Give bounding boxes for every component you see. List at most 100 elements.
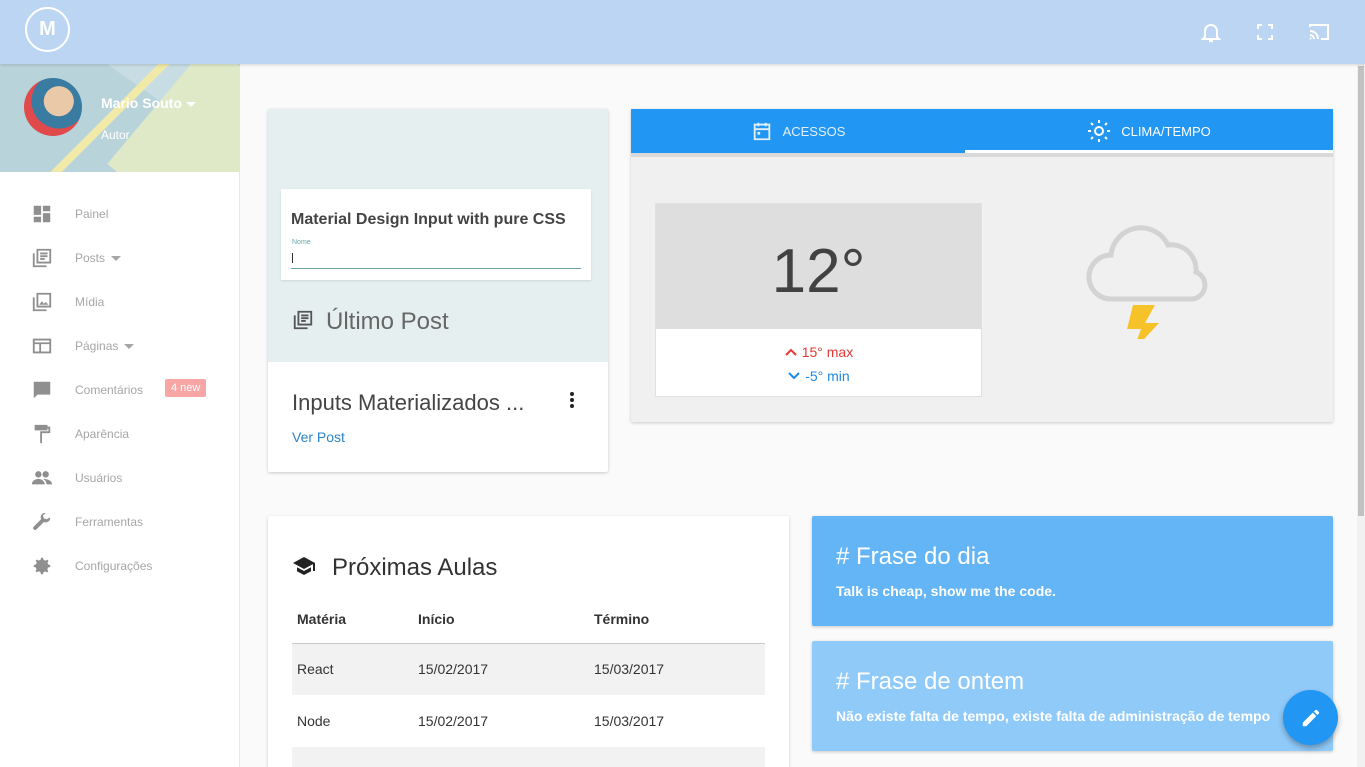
- table-cell: React: [292, 643, 413, 695]
- more-vert-icon[interactable]: [564, 390, 580, 410]
- tab-clima-tempo[interactable]: CLIMA/TEMPO: [965, 109, 1333, 153]
- quote-text: Não existe falta de tempo, existe falta …: [836, 708, 1271, 724]
- table-cell: 15/03/2017: [589, 643, 765, 695]
- sidebar-item-comentarios[interactable]: Comentários 4 new: [0, 368, 240, 412]
- posts-icon: [32, 248, 52, 268]
- tab-divider: [631, 153, 1333, 157]
- caret-down-icon: [185, 101, 196, 107]
- min-temperature: -5° min: [805, 368, 850, 384]
- post-preview-image: Material Design Input with pure CSS Nome: [281, 189, 591, 280]
- table-cell: [413, 747, 589, 767]
- caret-down-icon: [111, 256, 122, 262]
- tab-bar: ACESSOS CLIMA/TEMPO: [631, 109, 1333, 157]
- column-header: Início: [413, 596, 589, 644]
- table-cell: 15/03/2017: [594, 713, 665, 729]
- view-post-link[interactable]: Ver Post: [292, 429, 345, 445]
- tab-label: CLIMA/TEMPO: [1121, 123, 1211, 139]
- sidebar-item-midia[interactable]: Mídia: [0, 280, 240, 324]
- max-temperature-row: 15° max: [656, 344, 981, 360]
- preview-title: Material Design Input with pure CSS: [291, 211, 566, 228]
- quote-title: # Frase de ontem: [836, 668, 1025, 695]
- post-title: Inputs Materializados ...: [292, 390, 525, 415]
- quote-of-the-day-card: # Frase do dia Talk is cheap, show me th…: [812, 516, 1333, 626]
- settings-icon: [33, 557, 51, 575]
- sidebar-item-label: Comentários: [75, 383, 144, 397]
- sidebar-item-label-wrap: Páginas: [75, 339, 135, 353]
- sidebar-item-label-wrap: Posts: [75, 251, 122, 265]
- sun-icon: [1088, 120, 1111, 142]
- preview-input-label: Nome: [292, 239, 311, 246]
- chevron-up-icon: [785, 348, 797, 356]
- users-icon: [31, 471, 53, 485]
- chevron-down-icon: [788, 372, 801, 380]
- caret-down-icon: [124, 344, 135, 350]
- temperature-panel: 12° 15° max -5° min: [655, 203, 982, 397]
- sidebar-item-label: Configurações: [75, 559, 153, 573]
- comments-icon: [33, 381, 51, 399]
- table-row: React 15/02/2017 15/03/2017: [292, 643, 765, 695]
- profile-header: Mario Souto Autor: [0, 64, 240, 172]
- quote-text: Talk is cheap, show me the code.: [836, 583, 1056, 599]
- sidebar-item-label: Páginas: [75, 339, 119, 353]
- classes-table: Matéria Início Término React 15/02/2017 …: [292, 596, 765, 767]
- sidebar-item-paginas[interactable]: Páginas: [0, 324, 240, 368]
- cast-icon[interactable]: [1306, 20, 1332, 44]
- sidebar-item-label: Mídia: [75, 295, 105, 309]
- edit-fab-button[interactable]: [1283, 690, 1338, 745]
- quote-title: # Frase do dia: [836, 543, 990, 570]
- fullscreen-icon[interactable]: [1253, 20, 1277, 44]
- wrench-icon: [33, 512, 51, 530]
- table-cell: 15/02/2017: [418, 713, 489, 729]
- posts-icon: [293, 310, 313, 330]
- sidebar-item-aparencia[interactable]: Aparência: [0, 412, 240, 456]
- profile-role: Autor: [101, 128, 130, 142]
- profile-name: Mario Souto: [101, 95, 182, 111]
- table-cell: [589, 747, 765, 767]
- min-temperature-row: -5° min: [656, 368, 981, 384]
- graduation-cap-icon: [293, 557, 315, 575]
- preview-input-line: [291, 268, 581, 269]
- thunderstorm-icon: [1086, 225, 1208, 339]
- sidebar-item-label: Usuários: [75, 471, 123, 485]
- bell-icon[interactable]: [1199, 20, 1223, 44]
- table-row: [292, 747, 765, 767]
- logo[interactable]: M: [25, 7, 70, 52]
- table-cell: 15/02/2017: [413, 643, 589, 695]
- media-icon: [32, 292, 52, 312]
- card-heading: Último Post: [326, 308, 449, 335]
- dashboard-icon: [33, 205, 51, 223]
- tab-label: ACESSOS: [782, 123, 846, 139]
- sidebar-item-ferramentas[interactable]: Ferramentas: [0, 500, 240, 544]
- tab-acessos[interactable]: ACESSOS: [631, 109, 965, 153]
- sidebar-item-configuracoes[interactable]: Configurações: [0, 544, 240, 588]
- temperature-header: 12°: [656, 204, 981, 329]
- card-heading: Próximas Aulas: [332, 554, 498, 581]
- scrollbar-thumb[interactable]: [1358, 66, 1364, 516]
- sidebar: Mario Souto Autor Painel Posts Mídia Pág…: [0, 64, 240, 767]
- profile-menu[interactable]: Mario Souto: [101, 95, 196, 111]
- calendar-icon: [753, 122, 770, 141]
- sidebar-item-label: Posts: [75, 251, 106, 265]
- new-comments-badge: 4 new: [165, 379, 207, 397]
- edit-icon: [1302, 709, 1319, 726]
- upcoming-classes-card: Próximas Aulas Matéria Início Término Re…: [268, 516, 789, 767]
- quote-of-yesterday-card: # Frase de ontem Não existe falta de tem…: [812, 641, 1333, 751]
- last-post-card: Material Design Input with pure CSS Nome…: [268, 109, 608, 472]
- current-temperature: 12°: [771, 237, 866, 306]
- top-app-bar: M: [0, 0, 1365, 64]
- sidebar-item-posts[interactable]: Posts: [0, 236, 240, 280]
- post-media: Material Design Input with pure CSS Nome…: [268, 109, 608, 362]
- avatar[interactable]: [24, 78, 82, 136]
- table-cell: Node: [297, 713, 331, 729]
- table-header-row: Matéria Início Término: [292, 596, 765, 644]
- pages-icon: [32, 338, 52, 354]
- sidebar-item-painel[interactable]: Painel: [0, 192, 240, 236]
- max-temperature: 15° max: [801, 344, 854, 360]
- table-cell: [292, 747, 413, 767]
- sidebar-item-label: Aparência: [75, 427, 130, 441]
- sidebar-item-usuarios[interactable]: Usuários: [0, 456, 240, 500]
- table-row: Node 15/02/2017 15/03/2017: [292, 695, 765, 747]
- weather-card: ACESSOS CLIMA/TEMPO 12° 15° max -5° min: [631, 109, 1333, 422]
- column-header: Matéria: [292, 596, 413, 644]
- preview-cursor: [292, 253, 293, 263]
